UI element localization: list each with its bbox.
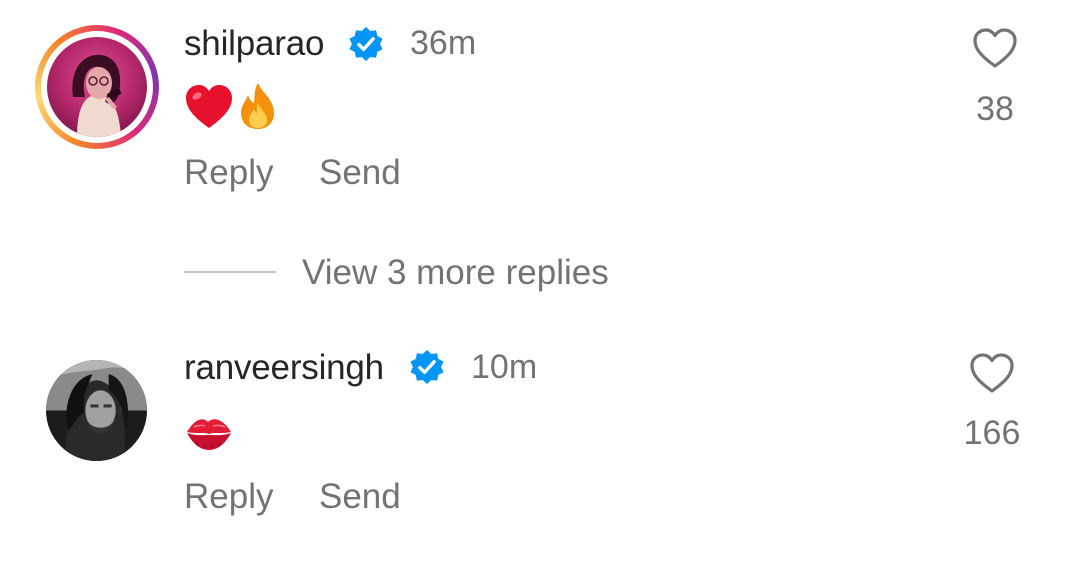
like-count: 38 [976, 90, 1014, 128]
heart-outline-icon[interactable] [968, 351, 1016, 395]
send-button[interactable]: Send [319, 477, 401, 517]
red-heart-icon [186, 85, 232, 128]
username[interactable]: shilparao [184, 24, 324, 64]
comment-text [184, 83, 294, 133]
avatar[interactable] [46, 360, 147, 461]
kiss-mark-icon [187, 419, 231, 450]
fire-icon [241, 83, 274, 129]
username[interactable]: ranveersingh [184, 348, 384, 388]
reply-button[interactable]: Reply [184, 153, 273, 193]
verified-badge-icon [349, 26, 383, 61]
comment-time: 10m [471, 348, 538, 386]
avatar [47, 37, 147, 137]
reply-button[interactable]: Reply [184, 477, 273, 517]
send-button[interactable]: Send [319, 153, 401, 193]
avatar-story-ring[interactable] [35, 25, 159, 149]
comment-shilparao: shilparao 36m Reply Send 38 [0, 0, 1080, 240]
view-more-replies-button[interactable]: View 3 more replies [302, 253, 609, 293]
verified-badge-icon [410, 349, 444, 384]
comment-text [184, 412, 244, 462]
comment-time: 36m [410, 24, 477, 62]
like-count: 166 [963, 414, 1021, 452]
comment-ranveersingh: ranveersingh 10m Reply Send 166 [0, 340, 1080, 540]
heart-outline-icon[interactable] [971, 26, 1019, 70]
comments-screen: shilparao 36m Reply Send 38 View 3 more … [0, 0, 1080, 561]
replies-divider [184, 271, 276, 273]
